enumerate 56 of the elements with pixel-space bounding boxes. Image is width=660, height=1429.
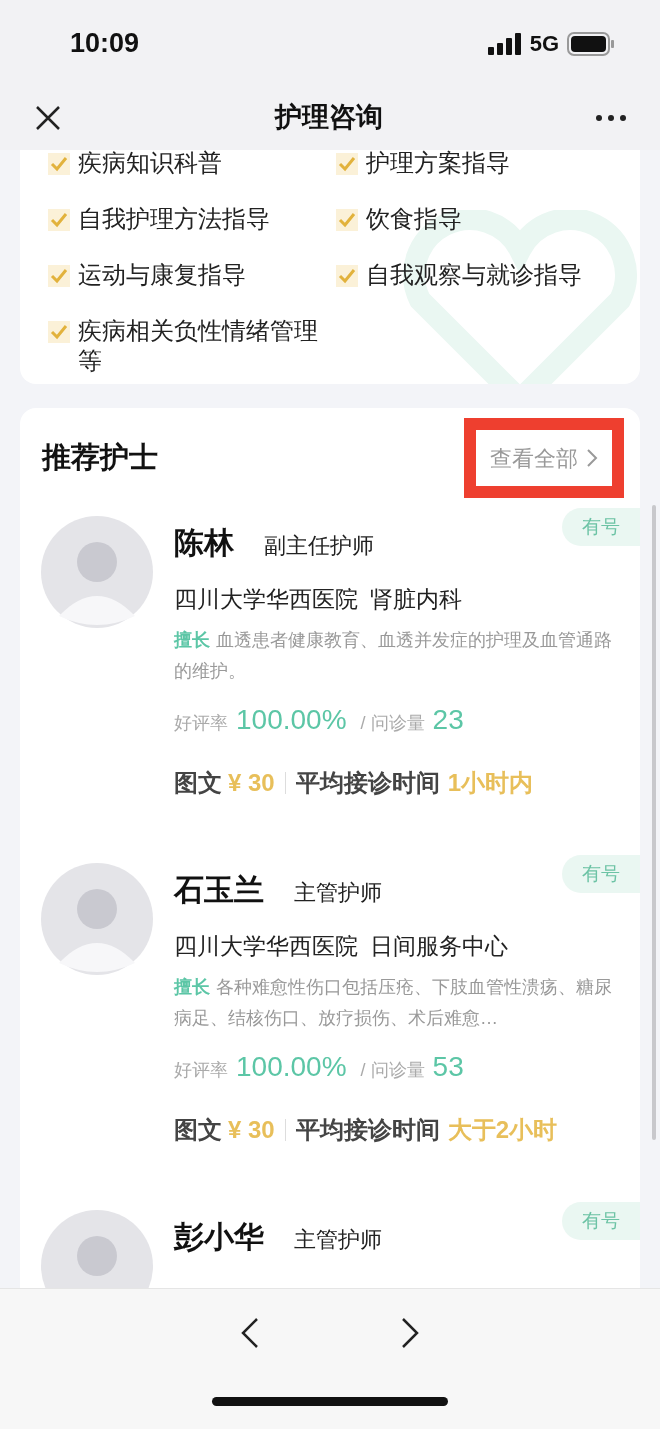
rating-value: 100.00% [236,1049,347,1084]
wait-time: 1小时内 [447,767,534,798]
network-type: 5G [529,30,559,58]
signal-icon [487,32,522,55]
service-item: 自我护理方法指导 [78,204,270,234]
rating-label: 好评率 [174,1058,228,1082]
availability-tag: 有号 [562,1202,640,1240]
service-item: 疾病知识科普 [78,150,222,178]
service-item: 运动与康复指导 [78,260,246,290]
checkbox[interactable] [336,209,358,231]
back-button[interactable] [240,1317,260,1349]
availability-tag: 有号 [562,508,640,546]
status-time: 10:09 [70,27,140,61]
availability-tag: 有号 [562,855,640,893]
consult-count: 23 [432,702,464,737]
specialty-text: 擅长 血透患者健康教育、血透并发症的护理及血管通路的维护。 [174,628,613,683]
section-title: 推荐护士 [42,440,158,476]
specialty-text: 擅长 各种难愈性伤口包括压疮、下肢血管性溃疡、糖尿病足、结核伤口、放疗损伤、术后难愈… [174,975,613,1030]
nurse-title: 主管护师 [294,879,382,907]
price: ¥ 30 [228,767,275,798]
service-item: 疾病相关负性情绪管理等 [78,316,319,376]
service-type: 图文 [174,767,222,798]
wait-label: 平均接诊时间 [295,1114,440,1145]
hospital-name: 四川大学华西医院 [174,585,358,614]
checkbox[interactable] [48,209,70,231]
page-title: 护理咨询 [275,101,383,135]
wait-label: 平均接诊时间 [295,767,440,798]
service-item: 护理方案指导 [366,150,510,178]
consult-label: / 问诊量 [360,711,425,735]
nurse-title: 副主任护师 [264,532,374,560]
department-name: 肾脏内科 [370,585,462,614]
checkbox[interactable] [48,153,70,175]
checkbox[interactable] [336,265,358,287]
checkbox[interactable] [336,153,358,175]
service-type: 图文 [174,1114,222,1145]
nurse-name: 石玉兰 [174,872,264,908]
price: ¥ 30 [228,1114,275,1145]
nurse-name: 彭小华 [174,1219,264,1255]
close-button[interactable] [34,103,62,132]
consult-label: / 问诊量 [360,1058,425,1082]
service-item: 饮食指导 [366,204,462,234]
forward-button[interactable] [400,1317,420,1349]
department-name: 日间服务中心 [370,932,508,961]
nurse-title: 主管护师 [294,1226,382,1254]
nurse-name: 陈林 [174,525,234,561]
checkbox[interactable] [48,265,70,287]
hospital-name: 四川大学华西医院 [174,932,358,961]
consult-count: 53 [432,1049,464,1084]
service-item: 自我观察与就诊指导 [366,260,582,290]
see-all-link[interactable]: 查看全部 [490,441,598,475]
chevron-icon [586,448,598,468]
wait-time: 大于2小时 [447,1114,558,1145]
checkbox[interactable] [48,321,70,343]
battery-icon [567,31,615,56]
rating-value: 100.00% [236,702,347,737]
rating-label: 好评率 [174,711,228,735]
